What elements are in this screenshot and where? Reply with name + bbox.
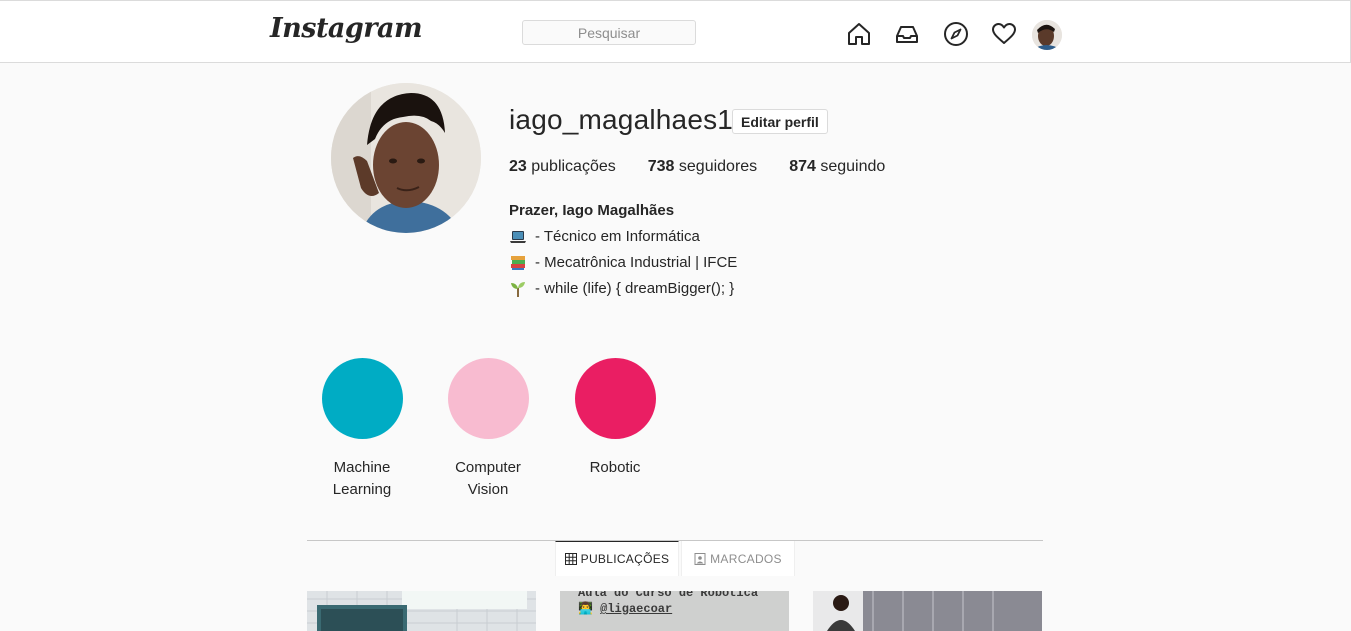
stat-posts: 23 publicações xyxy=(509,158,616,176)
highlight-label: Robotic xyxy=(589,459,641,476)
search-input[interactable] xyxy=(522,20,696,45)
tab-label: MARCADOS xyxy=(710,551,782,566)
profile-bio: Prazer, Iago Magalhães - Técnico em Info… xyxy=(509,198,737,302)
tagged-icon xyxy=(694,552,706,565)
grid-icon xyxy=(564,553,577,565)
highlight-machine-learning[interactable]: Machine Learning xyxy=(307,358,417,501)
highlight-label: Computer Vision xyxy=(455,459,521,498)
post-thumbnail[interactable] xyxy=(307,591,536,631)
explore-icon[interactable] xyxy=(943,21,969,47)
profile-stats: 23 publicações 738 seguidores 874 seguin… xyxy=(509,158,917,176)
bio-text: - Mecatrônica Industrial | IFCE xyxy=(535,254,738,271)
highlight-computer-vision[interactable]: Computer Vision xyxy=(433,358,543,501)
home-icon[interactable] xyxy=(846,21,872,47)
stat-followers-label: seguidores xyxy=(678,158,758,175)
profile-username: iago_magalhaes11 xyxy=(509,104,747,135)
books-icon xyxy=(509,254,527,272)
stat-following[interactable]: 874 seguindo xyxy=(789,158,885,176)
tab-label: PUBLICAÇÕES xyxy=(580,552,670,566)
post-caption-line: 👨‍💻 @ligaecoar xyxy=(578,601,789,617)
post-caption-line: Aula do Curso de Robótica xyxy=(578,591,759,600)
post-caption: Aula do Curso de Robótica 👨‍💻 @ligaecoar xyxy=(560,591,789,617)
laptop-icon xyxy=(509,228,527,246)
bio-line: - while (life) { dreamBigger(); } xyxy=(509,276,737,302)
instagram-logo[interactable]: Instagram xyxy=(270,13,423,44)
stat-following-count: 874 xyxy=(789,158,816,175)
activity-heart-icon[interactable] xyxy=(991,21,1017,47)
bio-line: - Técnico em Informática xyxy=(509,224,737,250)
stat-followers[interactable]: 738 seguidores xyxy=(648,158,757,176)
stat-followers-count: 738 xyxy=(647,158,675,175)
person-laptop-icon: 👨‍💻 xyxy=(578,602,593,616)
stat-posts-label: publicações xyxy=(531,158,616,175)
post-thumbnail[interactable]: Aula do Curso de Robótica 👨‍💻 @ligaecoar xyxy=(560,591,789,631)
tab-publicacoes[interactable]: PUBLICAÇÕES xyxy=(555,541,679,576)
highlight-cover xyxy=(321,358,403,439)
tab-marcados[interactable]: MARCADOS xyxy=(681,541,795,576)
inbox-icon[interactable] xyxy=(894,21,920,47)
profile-picture[interactable] xyxy=(331,83,481,233)
stat-following-label: seguindo xyxy=(820,158,886,175)
post-caption-handle: @ligaecoar xyxy=(600,602,673,616)
post-thumbnail[interactable] xyxy=(813,591,1042,631)
highlight-cover xyxy=(447,358,529,439)
highlight-robotic[interactable]: Robotic xyxy=(560,358,670,479)
bio-text: - while (life) { dreamBigger(); } xyxy=(535,280,735,297)
seedling-icon xyxy=(509,280,527,298)
bio-text: - Técnico em Informática xyxy=(535,228,700,245)
edit-profile-button[interactable]: Editar perfil xyxy=(732,109,828,134)
top-navbar: Instagram xyxy=(0,0,1351,63)
profile-full-name: Prazer, Iago Magalhães xyxy=(509,202,675,219)
bio-line: - Mecatrônica Industrial | IFCE xyxy=(509,250,737,276)
highlight-label: Machine Learning xyxy=(332,459,392,498)
highlight-cover xyxy=(574,358,656,439)
stat-posts-count: 23 xyxy=(509,158,527,175)
profile-avatar[interactable] xyxy=(1032,20,1062,50)
